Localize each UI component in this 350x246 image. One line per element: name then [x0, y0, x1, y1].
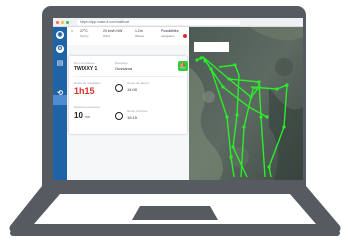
- address-bar[interactable]: https://app.wake-it.com/sailboat: [77, 19, 240, 25]
- status-waves: 1.2m: [135, 29, 143, 33]
- start-label: Heure de départ: [127, 81, 149, 85]
- status-weather: 27°C: [80, 29, 88, 33]
- close-window-icon[interactable]: [56, 20, 59, 24]
- home-icon[interactable]: ⌂: [71, 29, 73, 33]
- trip-card: Nom du bateau TWIXXY 1 Équipage Oussama …: [69, 56, 188, 134]
- card-divider: [73, 76, 183, 77]
- boat-icon-button[interactable]: ⛵: [178, 61, 188, 71]
- crew-value: Oussama: [115, 66, 133, 71]
- end-label: Heure d'arrivée: [127, 109, 148, 113]
- book-icon[interactable]: ▤: [56, 60, 64, 67]
- status-waves-sub: Waves: [135, 34, 145, 38]
- duration-label: Durée de navigation: [74, 81, 101, 85]
- distance-label: Distance parcourue: [74, 105, 101, 109]
- crew-label: Équipage: [115, 61, 128, 65]
- status-strip: ⌂ 27°C Sunny 20 km/h NW Wind 1.2m Waves …: [67, 27, 189, 45]
- app-sidebar: ◉ ⚙ ▤ ⟲: [53, 27, 67, 180]
- laptop-mockup: https://app.wake-it.com/sailboat ◉ ⚙ ▤ ⟲…: [0, 0, 350, 246]
- end-time-icon: [115, 112, 123, 120]
- minimize-window-icon[interactable]: [61, 20, 64, 24]
- boat-label: Nom du bateau: [74, 61, 95, 65]
- distance-number: 10: [74, 111, 83, 120]
- start-time-icon: [115, 84, 123, 92]
- status-weather-sub: Sunny: [80, 34, 89, 38]
- alert-badge: [183, 34, 187, 38]
- map-location-label: [194, 42, 229, 52]
- gear-icon[interactable]: ⚙: [56, 45, 64, 53]
- history-icon[interactable]: ⟲: [56, 90, 64, 98]
- end-value: 15:15: [127, 115, 138, 120]
- status-wind: 20 km/h NW: [103, 29, 123, 33]
- laptop-screen: https://app.wake-it.com/sailboat ◉ ⚙ ▤ ⟲…: [53, 18, 303, 180]
- start-value: 14:00: [127, 87, 138, 92]
- distance-unit: nm: [85, 115, 91, 119]
- status-wind-sub: Wind: [103, 34, 110, 38]
- status-navigation-sub: navigation: [161, 34, 175, 38]
- distance-value: 10 nm: [74, 111, 90, 120]
- satellite-map[interactable]: [189, 27, 303, 180]
- maximize-window-icon[interactable]: [66, 20, 69, 24]
- logo-icon[interactable]: ◉: [56, 31, 64, 39]
- status-navigation: Possibilités: [161, 29, 179, 33]
- browser-bar: https://app.wake-it.com/sailboat: [53, 18, 303, 27]
- duration-value: 1h15: [74, 86, 95, 96]
- boat-name: TWIXXY 1: [74, 66, 98, 72]
